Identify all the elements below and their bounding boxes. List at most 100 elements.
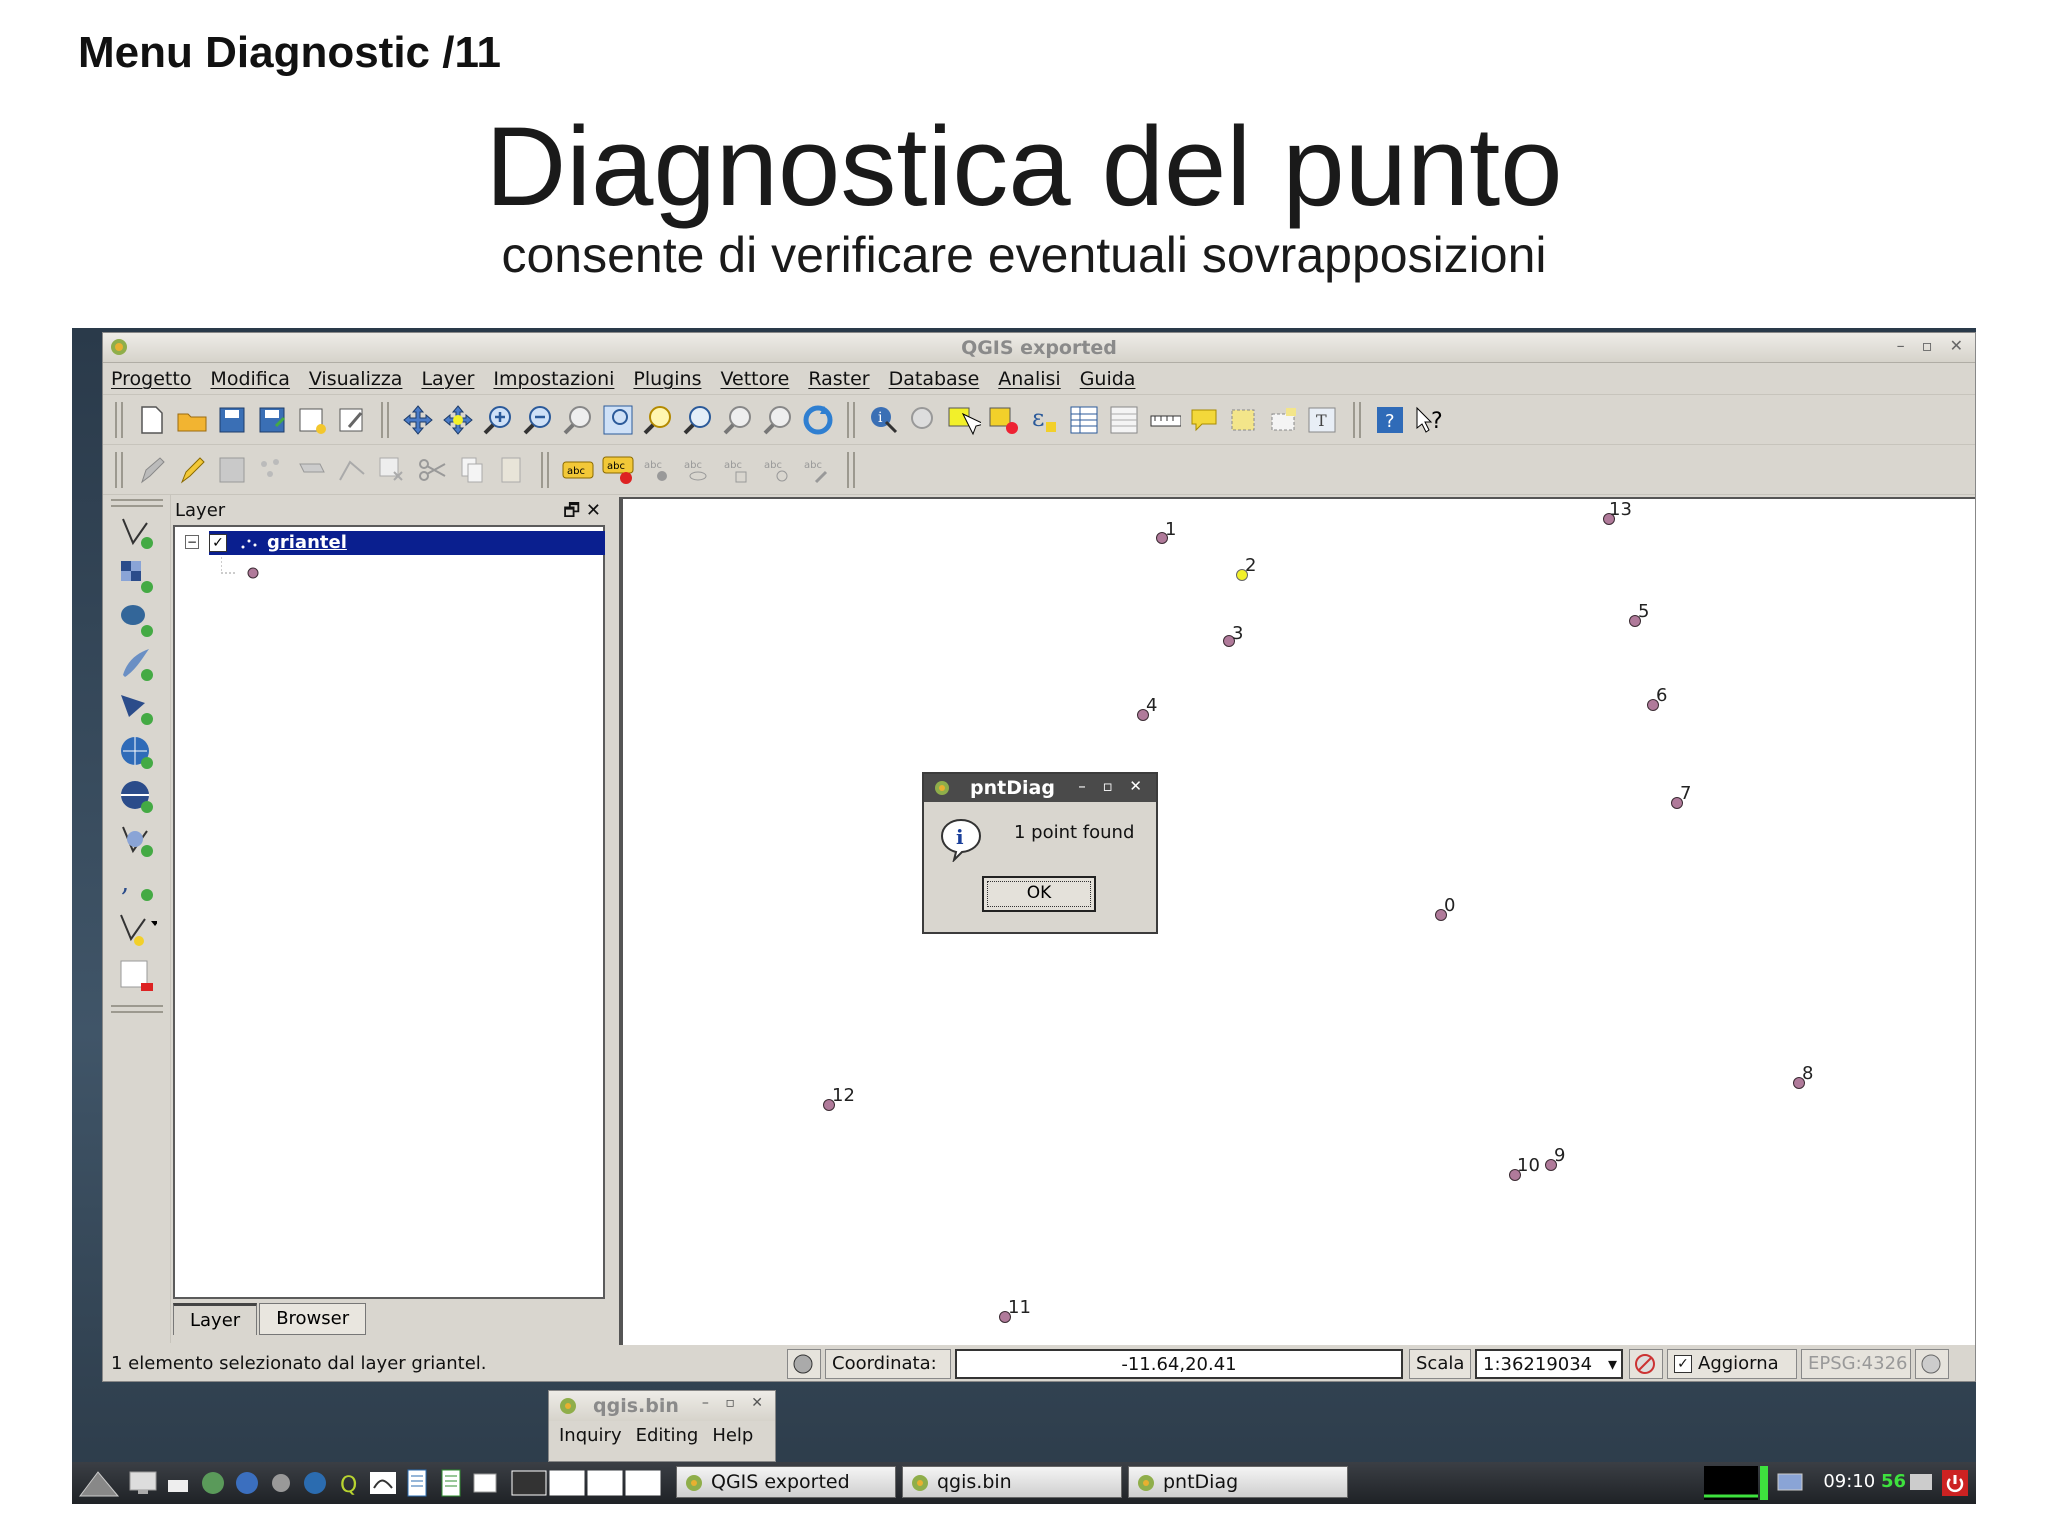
statistics-icon[interactable] [1107,403,1141,437]
select-features-icon[interactable] [947,403,981,437]
copy-icon[interactable] [455,453,489,487]
zoom-in-icon[interactable] [481,403,515,437]
impress-icon[interactable] [470,1468,500,1498]
attribute-table-icon[interactable] [1067,403,1101,437]
label-tool-icon[interactable]: abc [561,453,595,487]
start-menu-icon[interactable] [76,1466,122,1500]
show-hide-labels-icon[interactable]: abc [681,453,715,487]
ok-button[interactable]: OK [982,876,1096,912]
layer-labeling-icon[interactable]: abc [601,453,635,487]
calc-icon[interactable] [436,1468,466,1498]
current-edits-icon[interactable] [135,453,169,487]
power-icon[interactable] [1940,1468,1970,1498]
taskbar-app-pntdiag[interactable]: pntDiag [1128,1466,1348,1498]
add-delimited-text-layer-icon[interactable]: , [117,865,157,905]
field-calculator-icon[interactable]: ε [1027,403,1061,437]
taskbar-app-qgis[interactable]: QGIS exported [676,1466,896,1498]
toolbar-grip[interactable] [381,401,389,438]
add-wms-layer-icon[interactable] [117,733,157,773]
rotate-label-icon[interactable]: abc [761,453,795,487]
zoom-to-selection-icon[interactable] [641,403,675,437]
web-browser-icon[interactable] [232,1468,262,1498]
change-label-icon[interactable]: abc [801,453,835,487]
grass-icon[interactable] [266,1468,296,1498]
map-canvas[interactable]: 1 2 3 4 13 5 6 7 0 12 8 9 10 11 [619,497,1975,1345]
tab-layer[interactable]: Layer [173,1303,258,1335]
menu-inquiry[interactable]: Inquiry [559,1425,622,1446]
menu-database[interactable]: Database [889,368,980,390]
coordinate-field[interactable]: -11.64,20.41 [955,1349,1403,1379]
measure-icon[interactable] [1147,403,1181,437]
crs-status[interactable]: EPSG:4326 [1801,1349,1911,1379]
whats-this-icon[interactable]: ? [1413,403,1447,437]
menu-progetto[interactable]: Progetto [111,368,191,390]
composer-manager-icon[interactable] [335,403,369,437]
menu-raster[interactable]: Raster [808,368,869,390]
menu-help[interactable]: Help [712,1425,753,1446]
chevron-down-icon[interactable]: ▾ [1608,1351,1617,1379]
open-project-icon[interactable] [175,403,209,437]
tab-browser[interactable]: Browser [259,1303,367,1335]
scale-combobox[interactable]: 1:36219034 ▾ [1475,1349,1623,1379]
zoom-to-layer-icon[interactable] [681,403,715,437]
cut-icon[interactable] [415,453,449,487]
add-vector-layer-icon[interactable] [117,513,157,553]
remove-layer-icon[interactable] [117,957,157,997]
pan-icon[interactable] [401,403,435,437]
add-feature-icon[interactable] [255,453,289,487]
show-bookmarks-icon[interactable] [1267,403,1301,437]
toolbar-grip[interactable] [115,401,123,438]
menu-editing[interactable]: Editing [636,1425,699,1446]
layer-row-selected[interactable]: ✓ griantel [209,531,605,555]
zoom-last-icon[interactable] [721,403,755,437]
help-contents-icon[interactable]: ? [1373,403,1407,437]
pan-to-selection-icon[interactable] [441,403,475,437]
menu-analisi[interactable]: Analisi [998,368,1060,390]
zoom-out-icon[interactable] [521,403,555,437]
paste-icon[interactable] [495,453,529,487]
dialog-window-controls[interactable]: – ▫ ✕ [1078,777,1148,795]
layer-visibility-checkbox[interactable]: ✓ [209,534,227,552]
menu-impostazioni[interactable]: Impostazioni [493,368,614,390]
window-controls[interactable]: – ▫ ✕ [1897,336,1969,355]
pin-labels-icon[interactable]: abc [641,453,675,487]
move-feature-icon[interactable] [295,453,329,487]
add-wcs-layer-icon[interactable] [117,777,157,817]
toolbar-grip[interactable] [847,451,855,488]
new-shapefile-layer-icon[interactable] [117,909,157,949]
render-checkbox[interactable]: ✓ [1674,1355,1692,1373]
workspace-switcher[interactable] [510,1468,666,1498]
add-mssql-layer-icon[interactable] [117,689,157,729]
add-wfs-layer-icon[interactable] [117,821,157,861]
toolbar-grip[interactable] [111,499,163,507]
new-project-icon[interactable] [135,403,169,437]
add-postgis-layer-icon[interactable] [117,601,157,641]
menu-plugins[interactable]: Plugins [633,368,701,390]
taskbar-app-qgis-bin[interactable]: qgis.bin [902,1466,1122,1498]
zoom-next-icon[interactable] [761,403,795,437]
refresh-icon[interactable] [801,403,835,437]
coordinate-toggle-icon[interactable] [787,1349,821,1379]
add-spatialite-layer-icon[interactable] [117,645,157,685]
qgis-launcher-icon[interactable]: Q [334,1468,364,1498]
node-tool-icon[interactable] [335,453,369,487]
toggle-editing-icon[interactable] [175,453,209,487]
gvsig-icon[interactable] [300,1468,330,1498]
network-icon[interactable] [1774,1468,1808,1498]
save-edits-icon[interactable] [215,453,249,487]
panel-float-close-controls[interactable]: 🗗 ✕ [563,498,601,528]
save-as-icon[interactable] [255,403,289,437]
map-tips-icon[interactable] [1187,403,1221,437]
menu-modifica[interactable]: Modifica [210,368,289,390]
run-action-icon[interactable] [907,403,941,437]
collapse-icon[interactable]: − [185,535,199,549]
text-annotation-icon[interactable]: T [1307,403,1341,437]
new-bookmark-icon[interactable] [1227,403,1261,437]
toolbar-grip[interactable] [1353,401,1361,438]
writer-icon[interactable] [402,1468,432,1498]
menu-visualizza[interactable]: Visualizza [309,368,403,390]
layer-name[interactable]: griantel [267,532,347,553]
udig-icon[interactable] [368,1468,398,1498]
menu-layer[interactable]: Layer [421,368,474,390]
menu-vettore[interactable]: Vettore [720,368,789,390]
